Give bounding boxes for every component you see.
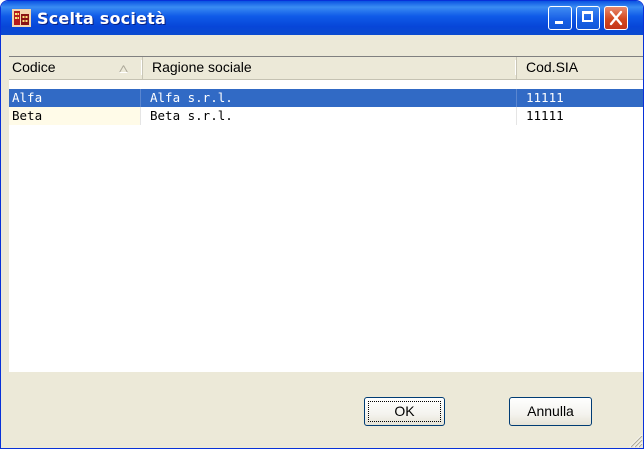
close-icon (609, 10, 623, 26)
column-header-label: Ragione sociale (152, 59, 252, 75)
column-header-label: Codice (12, 59, 56, 75)
cancel-button[interactable]: Annulla (509, 397, 592, 426)
cell-sia: 11111 (517, 89, 643, 107)
company-app-icon (12, 9, 31, 27)
maximize-icon (582, 11, 593, 22)
cell-code: Alfa (9, 89, 141, 107)
minimize-button[interactable] (548, 6, 572, 30)
column-header-name[interactable]: Ragione sociale (141, 57, 516, 79)
column-header-label: Cod.SIA (526, 59, 579, 75)
sort-ascending-icon (119, 65, 128, 73)
focus-rectangle (368, 401, 441, 422)
cell-code: Beta (9, 107, 141, 125)
company-selection-dialog: Scelta società Codice Ragione sociale Co… (0, 0, 644, 449)
company-list[interactable]: Codice Ragione sociale Cod.SIA Alfa Alfa… (9, 56, 643, 372)
close-button[interactable] (604, 6, 628, 30)
title-bar[interactable]: Scelta società (1, 1, 643, 35)
table-row[interactable]: Beta Beta s.r.l. 11111 (9, 107, 643, 125)
ok-button[interactable]: OK (364, 397, 445, 426)
window-title: Scelta società (37, 9, 166, 28)
column-header-sia[interactable]: Cod.SIA (515, 57, 643, 79)
maximize-button[interactable] (576, 6, 600, 30)
minimize-icon (555, 21, 563, 24)
resize-grip-icon[interactable] (626, 431, 643, 448)
cell-name: Beta s.r.l. (141, 107, 517, 125)
cell-sia: 11111 (517, 107, 643, 125)
cancel-button-label: Annulla (527, 403, 574, 419)
column-header-code[interactable]: Codice (12, 57, 141, 79)
cell-name: Alfa s.r.l. (141, 89, 517, 107)
table-row[interactable]: Alfa Alfa s.r.l. 11111 (9, 89, 643, 107)
list-header: Codice Ragione sociale Cod.SIA (9, 57, 643, 80)
